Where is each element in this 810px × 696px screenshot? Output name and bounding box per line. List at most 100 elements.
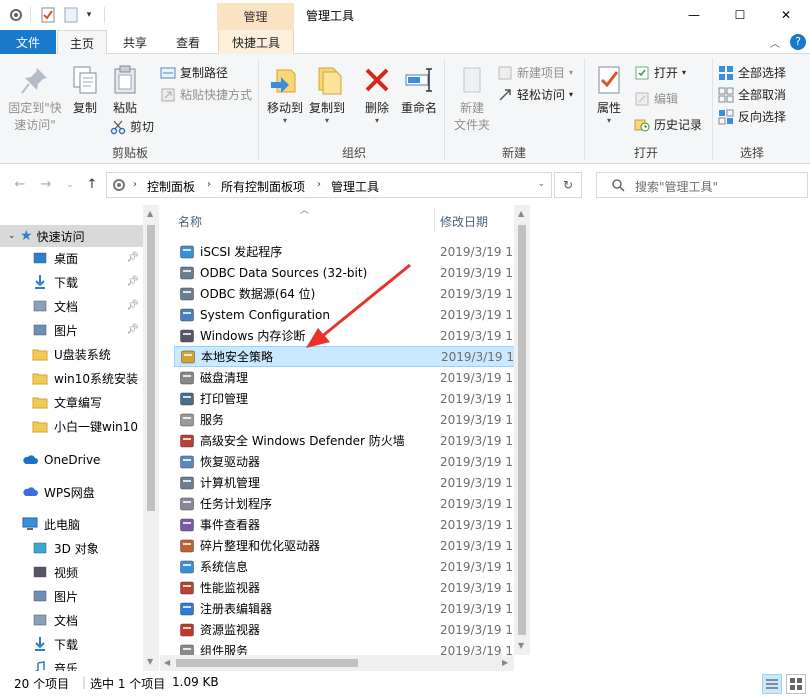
customize-toolbar-icon[interactable]: ▾ (82, 6, 96, 24)
tab-home[interactable]: 主页 (57, 30, 107, 55)
rename-button[interactable]: 重命名 (398, 64, 440, 116)
nav-scrollbar[interactable]: ▲ ▼ (143, 205, 159, 671)
nav-pc-item[interactable]: 文档 (0, 609, 143, 631)
file-row[interactable]: 性能监视器 2019/3/19 12 (174, 577, 530, 598)
column-separator[interactable] (434, 209, 435, 233)
scroll-down-icon[interactable]: ▼ (518, 641, 524, 650)
file-row[interactable]: 碎片整理和优化驱动器 2019/3/19 12 (174, 535, 530, 556)
address-bar[interactable]: › 控制面板 › 所有控制面板项 › 管理工具 ⌄ (106, 172, 552, 198)
nav-scrollbar-thumb[interactable] (147, 225, 155, 511)
file-row[interactable]: 磁盘清理 2019/3/19 12 (174, 367, 530, 388)
new-item-button[interactable]: 新建项目 ▾ (497, 64, 573, 81)
delete-button[interactable]: 删除 ▾ (360, 64, 394, 125)
scroll-up-icon[interactable]: ▲ (518, 209, 524, 218)
breadcrumb-admin-tools[interactable]: 管理工具 (331, 178, 379, 195)
breadcrumb-all-items[interactable]: 所有控制面板项 (221, 178, 305, 195)
paste-button[interactable]: 粘贴 (108, 64, 142, 116)
back-button[interactable]: ← (10, 177, 30, 193)
copy-path-button[interactable]: 复制路径 (160, 64, 228, 81)
file-list-scrollbar[interactable]: ▲ ▼ (514, 205, 530, 655)
scroll-down-icon[interactable]: ▼ (147, 657, 153, 666)
nav-pc-item[interactable]: 图片 (0, 585, 143, 607)
nav-item[interactable]: 图片 📌︎ (0, 319, 143, 341)
file-row[interactable]: 任务计划程序 2019/3/19 12 (174, 493, 530, 514)
file-row[interactable]: 计算机管理 2019/3/19 12 (174, 472, 530, 493)
select-all-button[interactable]: 全部选择 (718, 64, 786, 81)
file-row[interactable]: Windows 内存诊断 2019/3/19 12 (174, 325, 530, 346)
move-to-button[interactable]: 移动到 ▾ (264, 64, 306, 125)
scroll-left-icon[interactable]: ◀ (164, 658, 170, 667)
cut-button[interactable]: 剪切 (110, 118, 154, 135)
pin-icon[interactable]: 📌︎ (126, 300, 139, 311)
file-row[interactable]: ODBC Data Sources (32-bit) 2019/3/19 12 (174, 262, 530, 283)
new-folder-button[interactable]: 新建 文件夹 (450, 64, 494, 133)
close-button[interactable]: ✕ (764, 0, 808, 30)
pin-icon[interactable]: 📌︎ (126, 324, 139, 335)
nav-pc-item[interactable]: 3D 对象 (0, 537, 143, 559)
copy-to-button[interactable]: 复制到 ▾ (306, 64, 348, 125)
pin-to-quick-access-button[interactable]: 固定到"快 速访问" (4, 64, 66, 133)
file-row[interactable]: 高级安全 Windows Defender 防火墙 2019/3/19 12 (174, 430, 530, 451)
minimize-button[interactable]: — (672, 0, 716, 30)
file-row[interactable]: 本地安全策略 2019/3/19 12 (174, 346, 530, 367)
copy-button[interactable]: 复制 (68, 64, 102, 116)
collapse-ribbon-icon[interactable]: ︿ (770, 35, 780, 50)
search-box[interactable]: 搜索"管理工具" (596, 172, 808, 198)
open-button[interactable]: 打开 ▾ (634, 64, 686, 81)
nav-onedrive[interactable]: OneDrive (0, 449, 143, 471)
properties-quick-icon[interactable] (6, 6, 26, 24)
file-list-scrollbar-thumb[interactable] (518, 225, 526, 635)
tab-share[interactable]: 共享 (110, 30, 160, 54)
nav-item[interactable]: 文档 📌︎ (0, 295, 143, 317)
nav-item[interactable]: 下载 📌︎ (0, 271, 143, 293)
paste-shortcut-button[interactable]: 粘贴快捷方式 (160, 86, 252, 103)
horizontal-scrollbar-thumb[interactable] (176, 659, 358, 667)
up-button[interactable]: ↑ (82, 177, 102, 193)
properties-button[interactable]: 属性 ▾ (592, 64, 626, 125)
nav-pc-item[interactable]: 下载 (0, 633, 143, 655)
file-row[interactable]: 打印管理 2019/3/19 12 (174, 388, 530, 409)
breadcrumb-control-panel[interactable]: 控制面板 (147, 178, 195, 195)
nav-item[interactable]: U盘装系统 (0, 343, 143, 365)
file-row[interactable]: 系统信息 2019/3/19 12 (174, 556, 530, 577)
new-folder-quick-icon[interactable] (62, 6, 80, 24)
file-row[interactable]: 事件查看器 2019/3/19 12 (174, 514, 530, 535)
pin-icon[interactable]: 📌︎ (126, 252, 139, 263)
nav-item[interactable]: 小白一键win10 (0, 415, 143, 437)
tab-app-tools[interactable]: 快捷工具 (218, 30, 294, 54)
nav-item[interactable]: 文章编写 (0, 391, 143, 413)
horizontal-scrollbar[interactable]: ◀ ▶ (160, 655, 514, 671)
tab-file[interactable]: 文件 (0, 30, 56, 54)
pin-icon[interactable]: 📌︎ (126, 276, 139, 287)
file-row[interactable]: 注册表编辑器 2019/3/19 12 (174, 598, 530, 619)
tab-view[interactable]: 查看 (162, 30, 214, 54)
scroll-up-icon[interactable]: ▲ (147, 209, 153, 218)
nav-pc-item[interactable]: 视频 (0, 561, 143, 583)
forward-button[interactable]: → (36, 177, 56, 193)
maximize-button[interactable]: ☐ (718, 0, 762, 30)
details-view-button[interactable] (762, 674, 782, 694)
file-row[interactable]: ODBC 数据源(64 位) 2019/3/19 12 (174, 283, 530, 304)
nav-this-pc[interactable]: 此电脑 (0, 513, 143, 535)
easy-access-button[interactable]: 轻松访问 ▾ (497, 86, 573, 103)
recent-locations-button[interactable]: ⌄ (60, 177, 80, 193)
file-row[interactable]: 资源监视器 2019/3/19 12 (174, 619, 530, 640)
invert-selection-button[interactable]: 反向选择 (718, 108, 786, 125)
nav-item[interactable]: 桌面 📌︎ (0, 247, 143, 269)
edit-button[interactable]: 编辑 (634, 90, 678, 107)
address-dropdown-icon[interactable]: ⌄ (537, 179, 545, 189)
checkmark-quick-icon[interactable] (38, 6, 58, 24)
nav-wps-drive[interactable]: WPS网盘 (0, 481, 143, 503)
history-button[interactable]: 历史记录 (634, 116, 702, 133)
refresh-button[interactable]: ↻ (554, 172, 582, 198)
help-icon[interactable]: ? (790, 34, 806, 50)
file-row[interactable]: 恢复驱动器 2019/3/19 12 (174, 451, 530, 472)
column-header-name[interactable]: 名称 (178, 213, 202, 230)
file-row[interactable]: System Configuration 2019/3/19 12 (174, 304, 530, 325)
nav-pc-item[interactable]: 音乐 (0, 657, 143, 671)
scroll-right-icon[interactable]: ▶ (502, 658, 508, 667)
large-icons-view-button[interactable] (786, 674, 806, 694)
nav-item[interactable]: win10系统安装 (0, 367, 143, 389)
nav-quick-access[interactable]: ⌄ ★ 快速访问 (0, 225, 143, 247)
column-header-date[interactable]: 修改日期 (440, 213, 488, 230)
